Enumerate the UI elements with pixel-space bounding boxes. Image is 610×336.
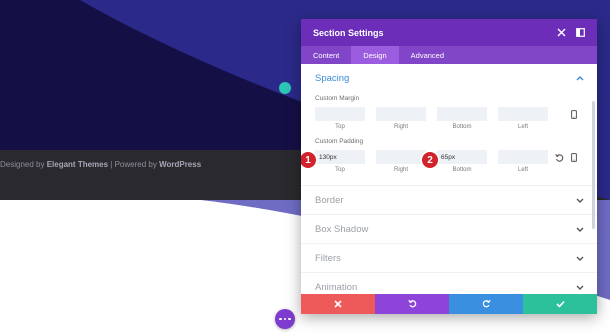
padding-right-input[interactable] [376,150,426,164]
padding-left-input[interactable] [498,150,548,164]
modal-title: Section Settings [313,27,384,38]
mobile-responsive-icon[interactable] [569,109,579,119]
margin-bottom-cell: Bottom [437,107,487,130]
custom-margin-label: Custom Margin [315,95,360,102]
settings-body: Spacing Custom Margin Top Right Bottom L… [301,64,597,294]
spacing-section-toggle[interactable]: Spacing [301,64,597,93]
chevron-down-icon [575,224,585,234]
margin-left-label: Left [517,124,528,130]
tab-design[interactable]: Design [351,46,399,64]
modal-header: Section Settings [301,19,597,46]
padding-bottom-label: Bottom [452,167,472,173]
settings-tabs: Content Design Advanced [301,46,597,64]
padding-left-label: Left [517,167,528,173]
footer-brand-link[interactable]: Elegant Themes [47,160,108,169]
filters-section-toggle[interactable]: Filters [301,243,597,272]
border-section-toggle[interactable]: Border [301,185,597,214]
more-dots-icon [279,317,291,321]
undo-icon [407,295,417,313]
builder-menu-button[interactable] [275,309,295,329]
margin-left-cell: Left [498,107,548,130]
redo-button[interactable] [449,294,523,314]
margin-right-label: Right [393,124,408,130]
custom-padding-label: Custom Padding [315,138,364,145]
margin-top-cell: Top [315,107,365,130]
box-shadow-section-toggle[interactable]: Box Shadow [301,214,597,243]
margin-right-input[interactable] [376,107,426,121]
tab-content[interactable]: Content [301,46,351,64]
margin-row-icons [569,109,579,119]
spacing-section-title: Spacing [315,73,350,84]
chevron-up-icon [575,74,585,84]
teal-circle-decoration [279,82,291,94]
save-icon [555,295,565,313]
padding-right-label: Right [393,167,408,173]
custom-margin-row: Top Right Bottom Left [301,105,597,132]
save-button[interactable] [523,294,597,314]
margin-top-label: Top [335,124,345,130]
footer-credits: Designed by Elegant Themes | Powered by … [0,160,201,169]
margin-right-cell: Right [376,107,426,130]
padding-top-label: Top [335,167,345,173]
chevron-down-icon [575,253,585,263]
reset-icon[interactable] [554,152,564,162]
animation-section-toggle[interactable]: Animation [301,272,597,294]
border-section-title: Border [315,194,344,206]
undo-button[interactable] [375,294,449,314]
box-shadow-section-title: Box Shadow [315,223,369,235]
mobile-responsive-icon[interactable] [569,152,579,162]
padding-left-cell: Left [498,150,548,173]
filters-section-title: Filters [315,252,341,264]
margin-top-input[interactable] [315,107,365,121]
padding-right-cell: Right [376,150,426,173]
animation-section-title: Animation [315,281,358,293]
close-icon[interactable] [554,26,568,40]
page: Designed by Elegant Themes | Powered by … [0,0,610,336]
annotation-badge-2: 2 [422,152,438,168]
annotation-badge-1: 1 [301,152,316,168]
tab-advanced[interactable]: Advanced [399,46,456,64]
footer-separator: | Powered by [108,160,160,169]
cancel-button[interactable] [301,294,375,314]
chevron-down-icon [575,195,585,205]
custom-padding-row: Top Right Bottom Left [301,148,597,175]
padding-top-cell: Top [315,150,365,173]
cancel-icon [334,295,342,313]
footer-platform-link[interactable]: WordPress [159,160,201,169]
modal-action-bar [301,294,597,314]
padding-bottom-cell: Bottom [437,150,487,173]
footer-prefix: Designed by [0,160,47,169]
margin-bottom-input[interactable] [437,107,487,121]
settings-scrollbar[interactable] [592,101,595,229]
redo-icon [482,295,491,313]
section-settings-modal: Section Settings Content Design Advanced… [301,19,597,314]
padding-top-input[interactable] [315,150,365,164]
margin-bottom-label: Bottom [452,124,472,130]
margin-left-input[interactable] [498,107,548,121]
expand-sidebar-icon[interactable] [573,26,587,40]
chevron-down-icon [575,282,585,292]
padding-bottom-input[interactable] [437,150,487,164]
padding-row-icons [554,152,579,162]
